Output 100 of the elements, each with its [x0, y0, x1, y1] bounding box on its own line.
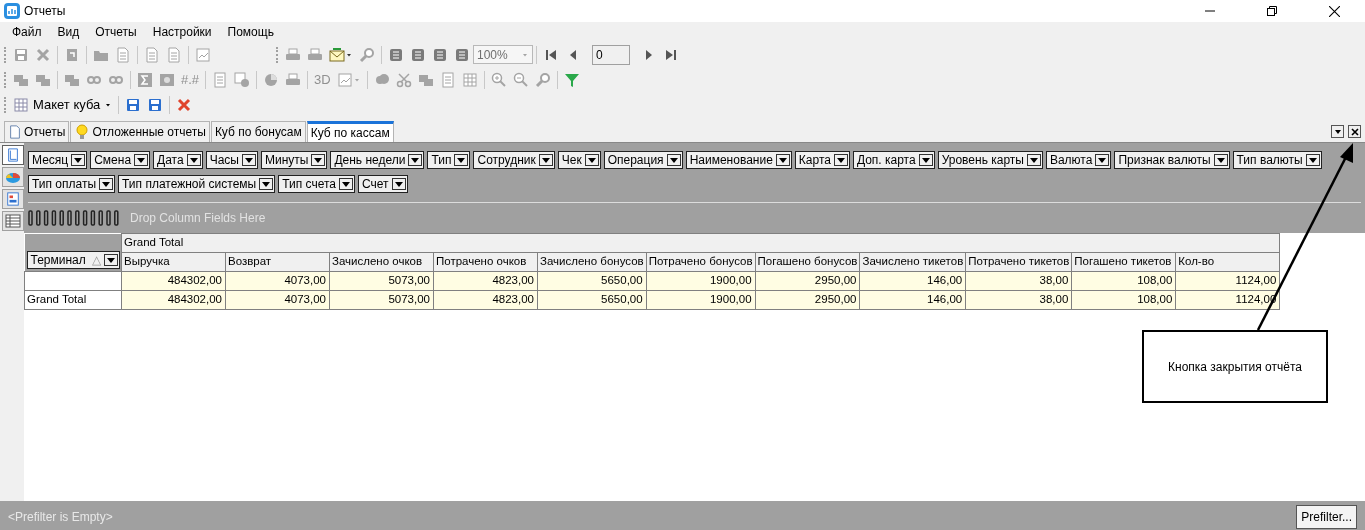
chart-icon: [195, 46, 211, 63]
dropdown-icon: [918, 154, 933, 166]
dropdown-icon: [1095, 154, 1110, 166]
column-drop-hint: Drop Column Fields Here: [130, 210, 266, 227]
dropdown-icon: [103, 254, 118, 266]
side-tab[interactable]: [2, 189, 24, 209]
zoom-in-icon: [490, 71, 507, 88]
printer-icon: [307, 46, 323, 63]
filter-field-button[interactable]: Часы: [205, 151, 258, 169]
filter-field-button[interactable]: Доп. карта: [852, 151, 935, 169]
document-tab[interactable]: Куб по бонусам: [210, 121, 306, 142]
filter-field-button[interactable]: Признак валюты: [1114, 151, 1230, 169]
dropdown-icon: [408, 154, 423, 166]
dropdown-icon: [241, 154, 256, 166]
side-tab[interactable]: [2, 167, 24, 187]
filter-field-button[interactable]: Тип платежной системы: [118, 175, 276, 193]
toolbar-grip[interactable]: [276, 46, 279, 63]
filter-field-button[interactable]: Тип оплаты: [28, 175, 116, 193]
column-grip-icon: [28, 210, 122, 226]
menu-item[interactable]: Отчеты: [87, 22, 145, 42]
tab-list-button[interactable]: [1331, 125, 1344, 138]
filter-field-button[interactable]: Смена: [90, 151, 151, 169]
prefilter-status: <Prefilter is Empty>: [8, 508, 113, 526]
filter-icon: [563, 71, 580, 88]
save-icon: [147, 96, 164, 113]
filter-field-button[interactable]: Сотрудник: [473, 151, 555, 169]
form-icon: [6, 191, 20, 207]
app-icon: [4, 3, 20, 19]
dropdown-icon: [338, 178, 353, 190]
restore-icon: [1267, 6, 1277, 16]
page-icon: [115, 46, 131, 63]
list-icon: [439, 71, 456, 88]
filter-field-button[interactable]: День недели: [330, 151, 425, 169]
page-icon: [144, 46, 160, 63]
dropdown-icon: [99, 178, 114, 190]
grid-icon: [461, 71, 478, 88]
menu-item[interactable]: Файл: [4, 22, 50, 42]
toolbar-grip[interactable]: [4, 46, 7, 63]
menu-item[interactable]: Помощь: [219, 22, 282, 42]
dropdown-icon: [454, 154, 469, 166]
side-tab[interactable]: [2, 211, 24, 231]
zoom-out-icon: [512, 71, 529, 88]
close-report-button[interactable]: [1348, 125, 1361, 138]
dropdown-icon: [71, 154, 86, 166]
menu-item[interactable]: Настройки: [144, 22, 220, 42]
magnifier-icon: [359, 46, 375, 63]
dropdown-icon: [1305, 154, 1320, 166]
dropdown-icon: [666, 154, 681, 166]
printer-icon: [285, 46, 301, 63]
document-tab[interactable]: Отложенные отчеты: [70, 121, 210, 142]
filter-field-button[interactable]: Месяц: [28, 151, 88, 169]
magnifier-icon: [534, 71, 551, 88]
filter-field-button[interactable]: Счет: [357, 175, 408, 193]
cross-icon: [35, 46, 51, 63]
filter-field-button[interactable]: Чек: [557, 151, 601, 169]
filter-field-button[interactable]: Тип счета: [278, 175, 355, 193]
window-title: Отчеты: [24, 3, 66, 20]
filter-field-button[interactable]: Дата: [153, 151, 203, 169]
filter-field-button[interactable]: Валюта: [1045, 151, 1112, 169]
list-icon: [212, 71, 229, 88]
filter-field-button[interactable]: Минуты: [260, 151, 328, 169]
dropdown-icon: [134, 154, 149, 166]
scissors-icon: [395, 71, 412, 88]
column-header-cell: Grand Total: [121, 233, 1280, 253]
prefilter-button[interactable]: Prefilter...: [1296, 504, 1357, 529]
table-icon: [5, 214, 21, 228]
toolbar-grip[interactable]: [4, 71, 7, 88]
page-number-field[interactable]: 0: [592, 44, 630, 65]
sigma-icon: [137, 71, 153, 88]
picture-icon: [159, 71, 175, 88]
document-tab[interactable]: Куб по кассам: [306, 121, 394, 142]
filter-field-button[interactable]: Уровень карты: [937, 151, 1043, 169]
filter-field-button[interactable]: Наименование: [685, 151, 792, 169]
printer-icon: [285, 71, 302, 88]
dropdown-icon: [584, 154, 599, 166]
bulb-icon: [74, 124, 91, 140]
envelope-icon: [329, 46, 345, 63]
document-tab[interactable]: Отчеты: [4, 121, 70, 142]
callout-text: Кнопка закрытия отчёта: [1168, 358, 1302, 376]
dropdown-icon: [391, 178, 406, 190]
dropdown-icon: [775, 154, 790, 166]
filter-field-button[interactable]: Тип: [427, 151, 471, 169]
cube-layout-menu-button[interactable]: Макет куба: [10, 93, 116, 116]
save-icon: [125, 96, 142, 113]
dropdown-icon: [1026, 154, 1041, 166]
dropdown-icon: [259, 178, 274, 190]
chart-icon: [336, 71, 353, 88]
row-field-button[interactable]: Терминал △: [26, 251, 120, 269]
side-tab[interactable]: [2, 145, 24, 165]
pie-icon: [263, 71, 280, 88]
menu-item[interactable]: Вид: [49, 22, 88, 42]
toolbar-grip[interactable]: [4, 96, 7, 113]
filter-field-button[interactable]: Карта: [794, 151, 850, 169]
save-icon: [13, 46, 29, 63]
filter-field-button[interactable]: Операция: [603, 151, 683, 169]
table-page-icon: [6, 147, 20, 163]
filter-field-button[interactable]: Тип валюты: [1232, 151, 1322, 169]
dropdown-icon: [538, 154, 553, 166]
cross-icon: [176, 96, 193, 113]
page-icon: [8, 124, 22, 140]
